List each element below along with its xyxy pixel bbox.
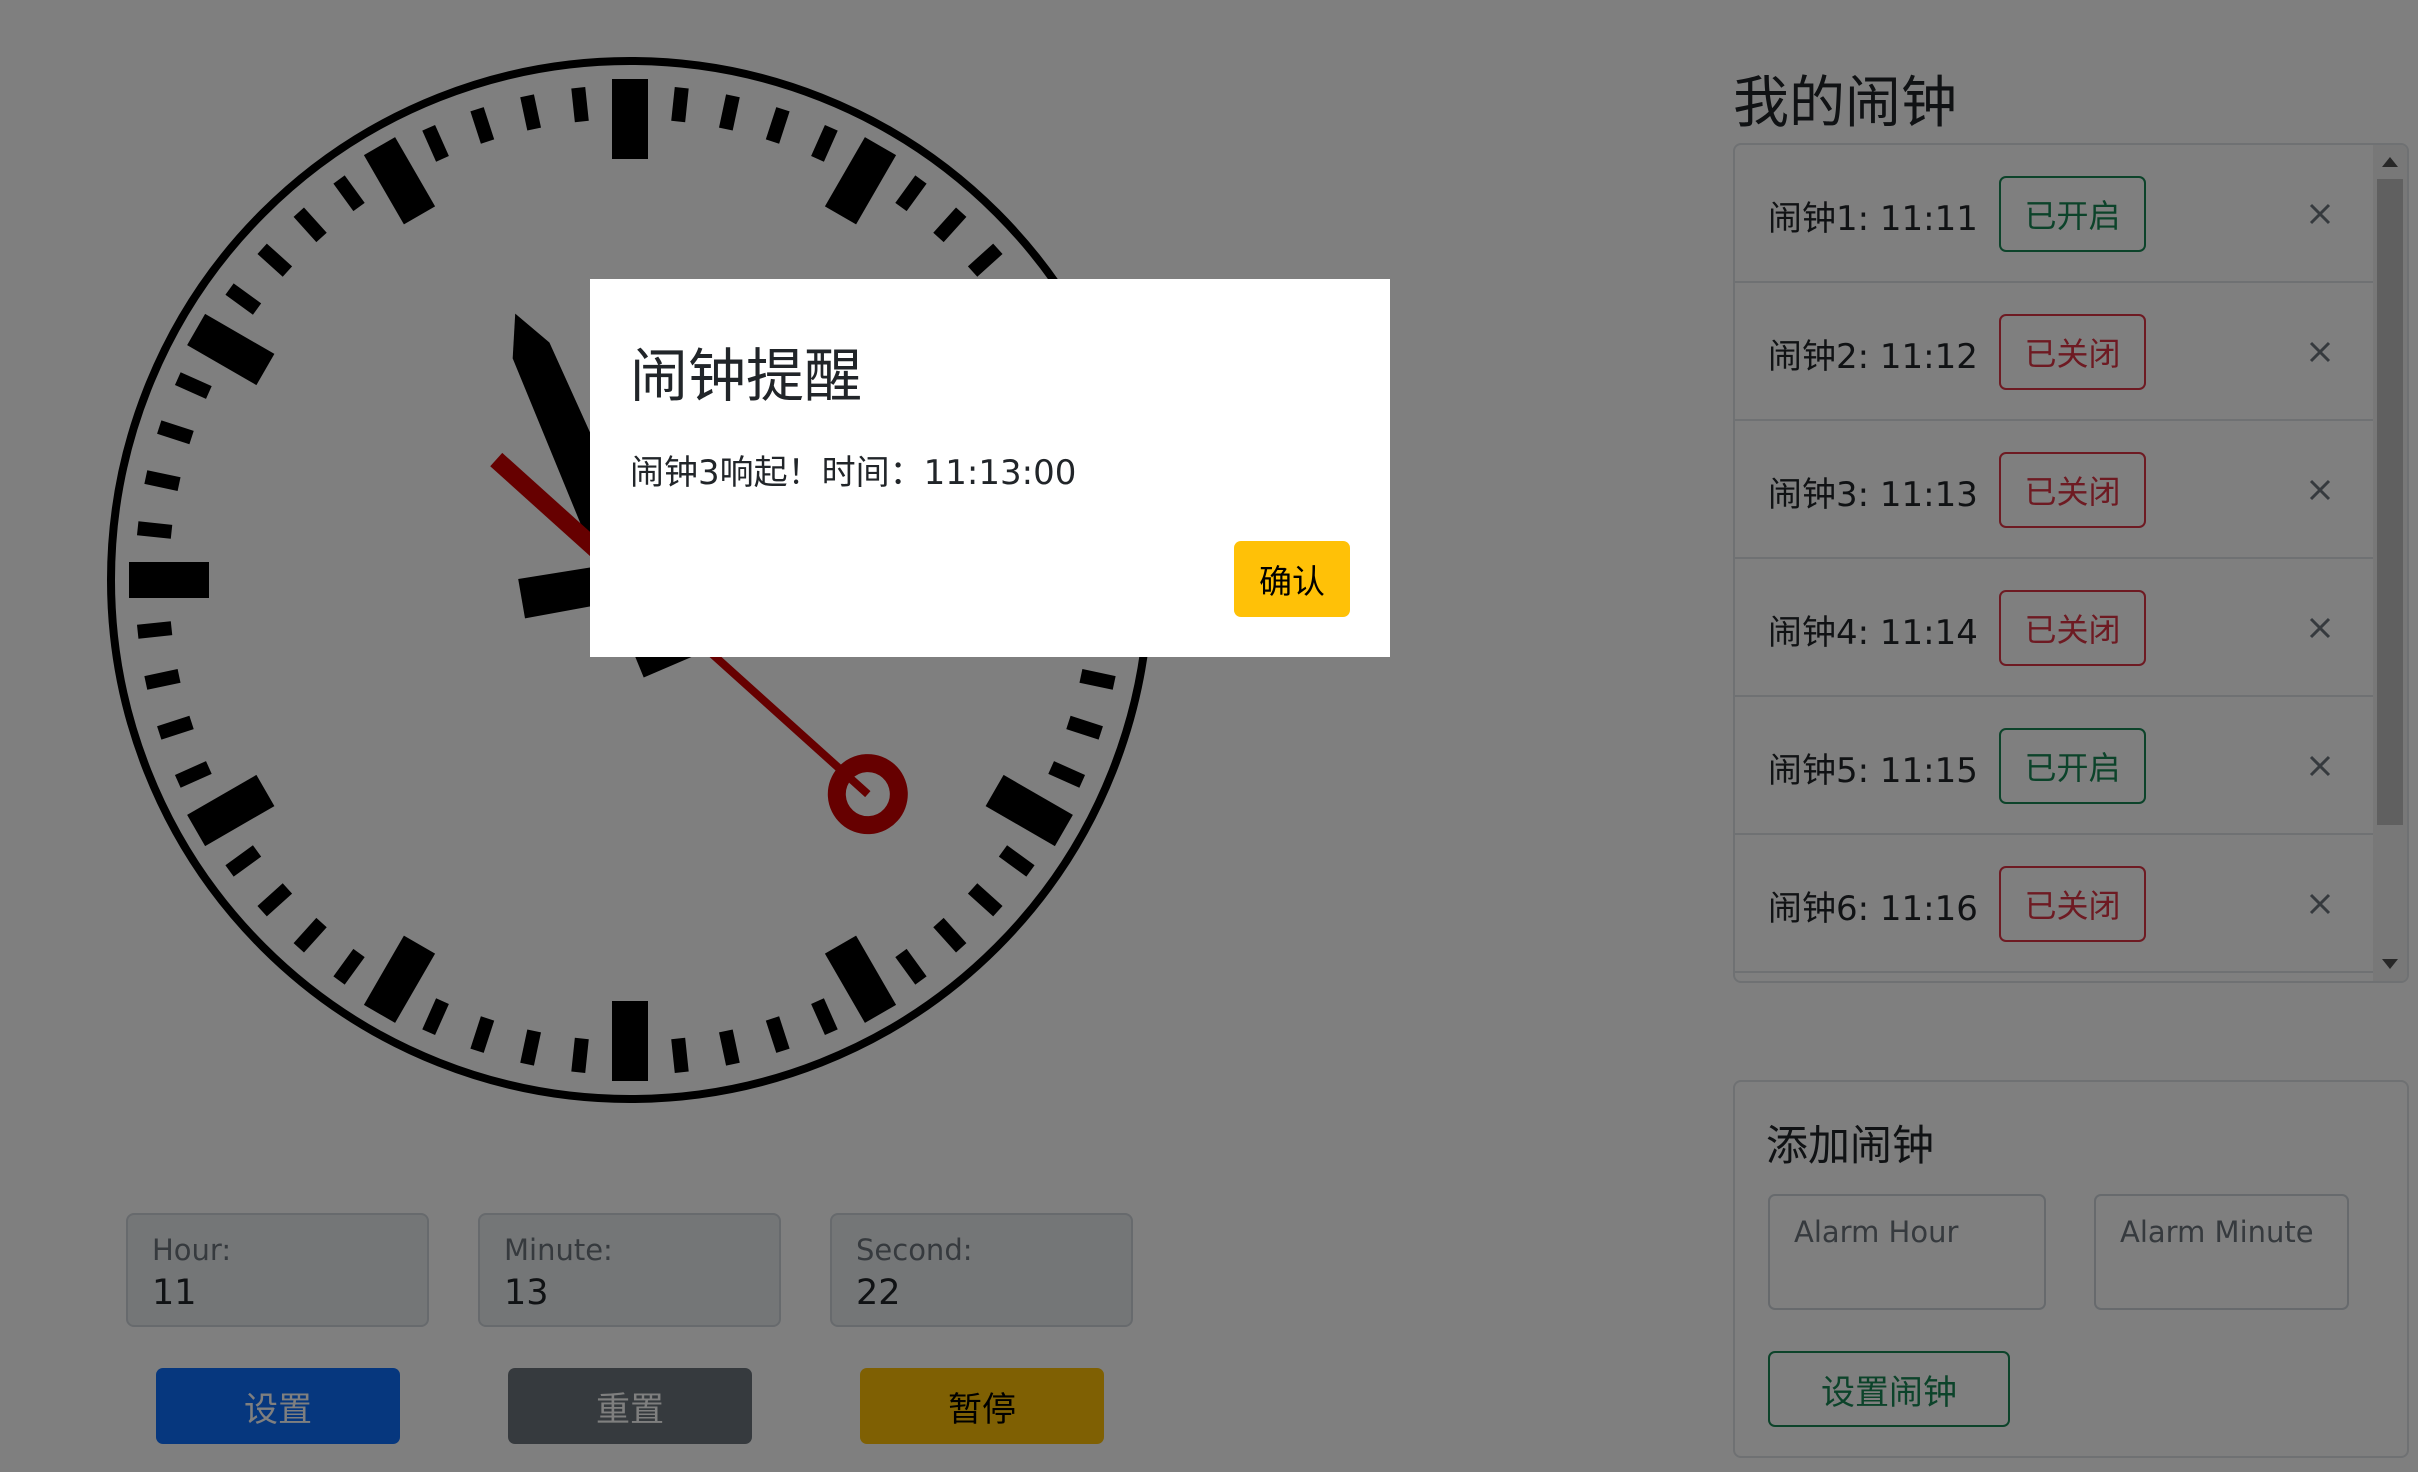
modal-backdrop[interactable]	[0, 0, 2418, 1472]
confirm-button[interactable]: 确认	[1234, 541, 1350, 617]
modal-message: 闹钟3响起！时间：11:13:00	[630, 453, 1077, 493]
modal-title: 闹钟提醒	[630, 342, 863, 410]
alarm-modal: 闹钟提醒 闹钟3响起！时间：11:13:00 确认	[590, 279, 1390, 657]
